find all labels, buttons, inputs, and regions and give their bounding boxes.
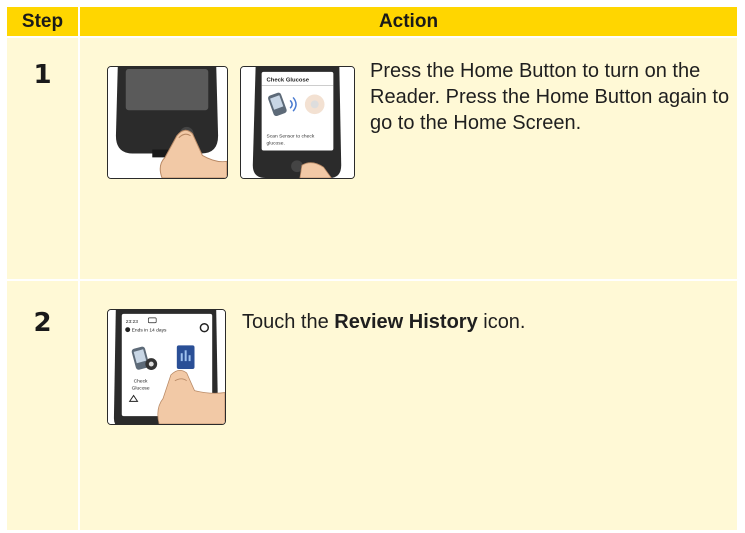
home-screen-image: 23:23 Ends in 14 days Check Glucose [108,310,225,424]
row-1-action-cell: Check Glucose Scan Sensor to check gluco… [80,38,737,279]
review-history-home-screen-illustration: 23:23 Ends in 14 days Check Glucose [107,309,226,425]
screen-caption-line2: glucose. [267,141,285,147]
step-2-text-after: icon. [477,311,526,333]
header-step: Step [7,7,78,36]
instruction-table: Step Action 1 Check Glucose Scan Sensor … [7,7,737,530]
step-number-2: 2 [33,308,52,338]
sensor-status: Ends in 14 days [132,328,167,334]
step-2-text-before: Touch the [242,311,335,333]
step-number-1: 1 [33,60,52,90]
row-1-step-cell: 1 [7,38,78,279]
reader-hand-image [108,67,227,178]
screen-title-check-glucose: Check Glucose [267,78,310,84]
step-2-instructions: Touch the Review History icon. [242,309,712,335]
review-history-term: Review History [334,311,478,333]
header-action: Action [80,7,737,36]
icon-label-check: Check [134,379,148,385]
icon-label-glucose: Glucose [132,386,150,392]
step-1-instructions: Press the Home Button to turn on the Rea… [370,60,730,134]
check-glucose-image: Check Glucose Scan Sensor to check gluco… [241,67,354,178]
row-2-action-cell: 23:23 Ends in 14 days Check Glucose Touc… [80,281,737,530]
reader-press-button-illustration [107,66,228,179]
screen-caption-line1: Scan Sensor to check [267,134,315,140]
screen-time: 23:23 [126,319,139,325]
check-glucose-screen-illustration: Check Glucose Scan Sensor to check gluco… [240,66,355,179]
row-2-step-cell: 2 [7,281,78,530]
